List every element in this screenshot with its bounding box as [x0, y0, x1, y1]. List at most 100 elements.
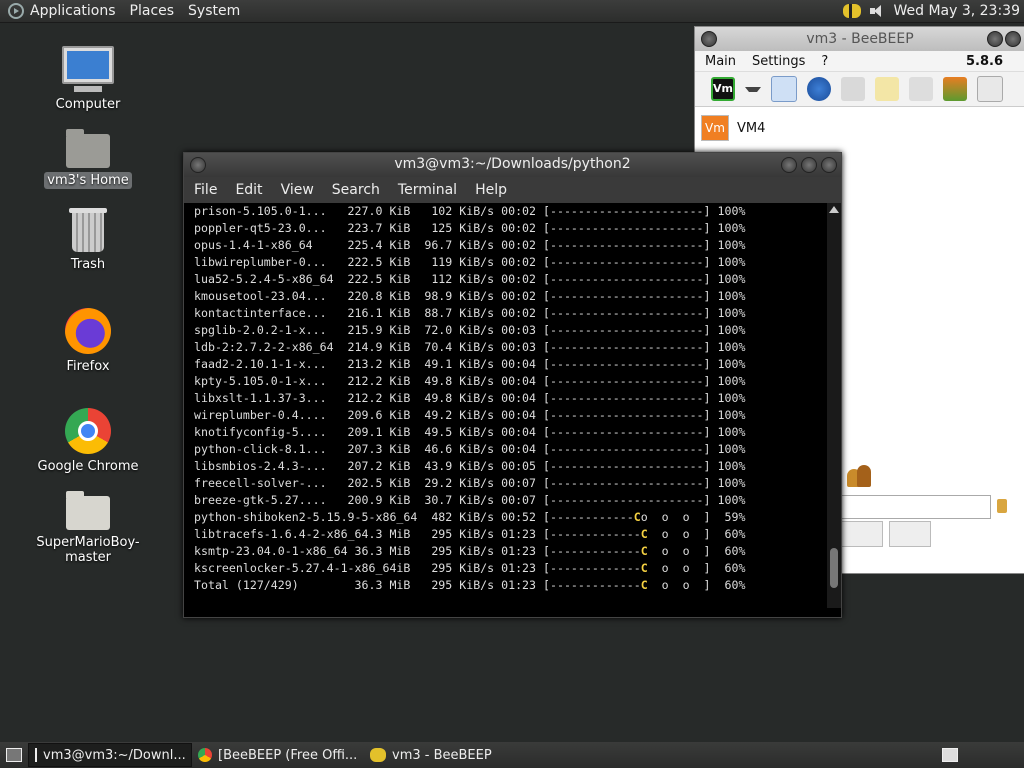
edit-icon[interactable] [875, 77, 899, 101]
menu-system[interactable]: System [188, 3, 240, 19]
chrome-icon [198, 748, 212, 762]
network-icon[interactable] [807, 77, 831, 101]
chrome-icon [65, 408, 111, 454]
desktop-icon-supermarioboy[interactable]: SuperMarioBoy-master [18, 491, 158, 566]
user-list-item[interactable]: Vm VM4 [701, 115, 765, 141]
scrollbar-thumb[interactable] [830, 548, 838, 588]
user-name: VM4 [737, 120, 766, 136]
chat-message-input[interactable] [841, 495, 991, 519]
pacman-progress-icon: C [633, 510, 641, 524]
terminal-scrollbar[interactable] [827, 203, 841, 608]
desktop-icon [6, 748, 22, 762]
trash-icon [69, 208, 107, 252]
minimize-button[interactable] [987, 31, 1003, 47]
task-terminal[interactable]: vm3@vm3:~/Downl... [28, 743, 192, 767]
task-beebeep[interactable]: vm3 - BeeBEEP [364, 744, 526, 766]
task-chrome-beebeep[interactable]: [BeeBEEP (Free Offi... [192, 744, 364, 766]
workspace-switcher[interactable] [936, 744, 964, 766]
terminal-menubar: File Edit View Search Terminal Help [184, 177, 841, 203]
terminal-icon [35, 748, 37, 762]
window-title: vm3@vm3:~/Downloads/python2 [394, 156, 631, 172]
terminal-line: python-click-8.1... 207.3 KiB 46.6 KiB/s… [194, 442, 746, 456]
folder-icon [66, 491, 110, 530]
bottom-taskbar: vm3@vm3:~/Downl... [BeeBEEP (Free Offi..… [0, 742, 1024, 768]
desktop-icon-label: vm3's Home [44, 172, 132, 189]
menu-edit[interactable]: Edit [235, 182, 262, 198]
terminal-line: libxslt-1.1.37-3... 212.2 KiB 49.8 KiB/s… [194, 391, 746, 405]
maximize-button[interactable] [1005, 31, 1021, 47]
pacman-progress-icon: C [640, 527, 648, 541]
progress-text: libtracefs-1.6.4-2-x86_64.3 MiB 295 KiB/… [194, 527, 641, 541]
mail-icon[interactable] [841, 77, 865, 101]
menu-places[interactable]: Places [130, 3, 175, 19]
pacman-progress-icon: C [640, 544, 648, 558]
beebeep-menubar: Main Settings ? 5.8.6 [695, 51, 1024, 72]
menu-help[interactable]: Help [475, 182, 507, 198]
profile-button[interactable]: Vm [711, 77, 735, 101]
menu-terminal[interactable]: Terminal [398, 182, 457, 198]
terminal-line: libsmbios-2.4.3-... 207.2 KiB 43.9 KiB/s… [194, 459, 746, 473]
terminal-line: prison-5.105.0-1... 227.0 KiB 102 KiB/s … [194, 204, 746, 218]
terminal-titlebar[interactable]: vm3@vm3:~/Downloads/python2 [184, 153, 841, 177]
desktop-icon-label: Firefox [66, 359, 110, 374]
terminal-line: faad2-2.10.1-1-x... 213.2 KiB 49.1 KiB/s… [194, 357, 746, 371]
minimize-button[interactable] [781, 157, 797, 173]
beebeep-icon [370, 748, 386, 762]
maximize-button[interactable] [801, 157, 817, 173]
task-label: vm3@vm3:~/Downl... [43, 747, 186, 763]
beebeep-toolbar: Vm [695, 72, 1024, 107]
chat-bottom-buttons [841, 521, 931, 547]
terminal-line: ksmtp-23.04.0-1-x86_64 36.3 MiB 295 KiB/… [184, 543, 825, 560]
tools-icon[interactable] [909, 77, 933, 101]
beebeep-titlebar[interactable]: vm3 - BeeBEEP [695, 27, 1024, 51]
desktop-icon-label: SuperMarioBoy-master [36, 535, 140, 565]
desktop-icon-label: Computer [55, 97, 121, 112]
clock[interactable]: Wed May 3, 23:39 [893, 3, 1020, 19]
close-button[interactable] [821, 157, 837, 173]
desktop-icon-home[interactable]: vm3's Home [18, 129, 158, 189]
workspace-icon [942, 748, 958, 762]
desktop-icon-firefox[interactable]: Firefox [18, 308, 158, 375]
menu-search[interactable]: Search [332, 182, 380, 198]
send-file-button[interactable] [889, 521, 931, 547]
group-users-icon[interactable] [847, 465, 875, 489]
desktop-icon-label: Trash [70, 257, 106, 272]
menu-help[interactable]: ? [821, 54, 828, 69]
terminal-line: knotifyconfig-5.... 209.1 KiB 49.5 KiB/s… [194, 425, 746, 439]
status-icon[interactable] [771, 76, 797, 102]
top-panel: Applications Places System Wed May 3, 23… [0, 0, 1024, 23]
chevron-down-icon[interactable] [745, 86, 761, 92]
beebeep-tray-icon[interactable] [843, 4, 862, 18]
home-icon[interactable] [943, 77, 967, 101]
window-menu-button[interactable] [190, 157, 206, 173]
menu-settings[interactable]: Settings [752, 54, 805, 69]
show-desktop-button[interactable] [0, 744, 28, 766]
trash-icon[interactable] [977, 76, 1003, 102]
terminal-line: opus-1.4-1-x86_64 225.4 KiB 96.7 KiB/s 0… [194, 238, 746, 252]
progress-text: kscreenlocker-5.27.4-1-x86_64iB 295 KiB/… [194, 561, 641, 575]
menu-applications[interactable]: Applications [30, 3, 116, 19]
terminal-line: kscreenlocker-5.27.4-1-x86_64iB 295 KiB/… [184, 560, 825, 577]
add-users-button[interactable] [841, 521, 883, 547]
task-label: vm3 - BeeBEEP [392, 747, 492, 763]
terminal-line: libwireplumber-0... 222.5 KiB 119 KiB/s … [194, 255, 746, 269]
desktop-icon-chrome[interactable]: Google Chrome [18, 408, 158, 475]
clear-icon[interactable] [997, 499, 1007, 513]
terminal-output[interactable]: prison-5.105.0-1... 227.0 KiB 102 KiB/s … [184, 203, 825, 608]
progress-text: o o ] 60% [647, 561, 746, 575]
terminal-line: ldb-2:2.7.2-2-x86_64 214.9 KiB 70.4 KiB/… [194, 340, 746, 354]
desktop-icon-trash[interactable]: Trash [18, 208, 158, 273]
terminal-line: poppler-qt5-23.0... 223.7 KiB 125 KiB/s … [194, 221, 746, 235]
menu-file[interactable]: File [194, 182, 217, 198]
pacman-progress-icon: C [640, 578, 648, 592]
scroll-up-icon[interactable] [829, 206, 839, 213]
terminal-line: kmousetool-23.04... 220.8 KiB 98.9 KiB/s… [194, 289, 746, 303]
main-menu-icon[interactable] [8, 3, 24, 19]
menu-main[interactable]: Main [705, 54, 736, 69]
desktop-icon-computer[interactable]: Computer [18, 46, 158, 113]
volume-icon[interactable] [869, 3, 885, 19]
pacman-progress-icon: C [640, 561, 648, 575]
menu-view[interactable]: View [281, 182, 314, 198]
window-menu-button[interactable] [701, 31, 717, 47]
progress-text: o o o ] 59% [640, 510, 746, 524]
